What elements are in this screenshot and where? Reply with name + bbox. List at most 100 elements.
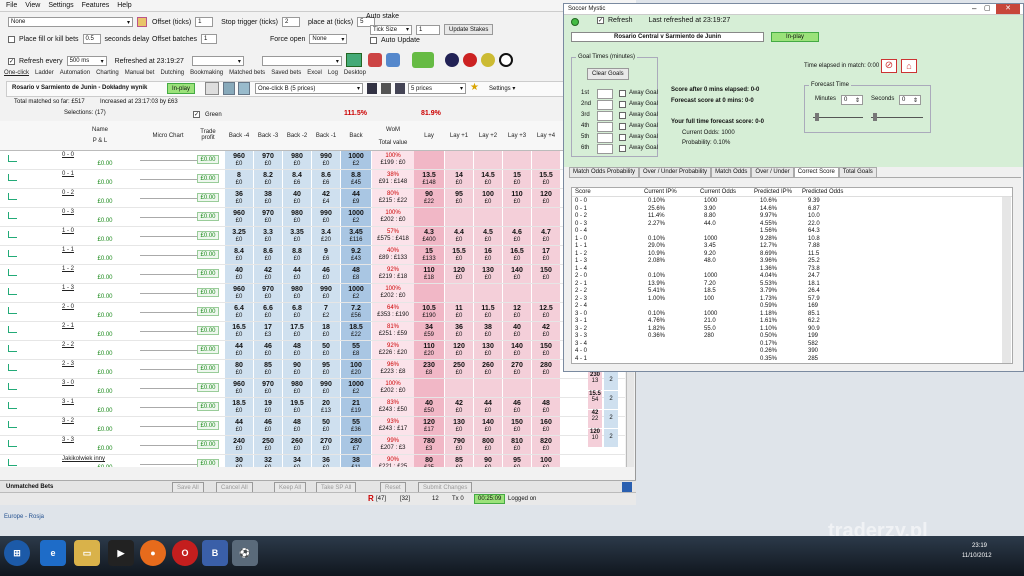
price-cell-b2[interactable]: 17.5 £0 [283,322,311,340]
price-cell-b[interactable]: 1000 £2 [341,208,371,226]
price-cell-b2[interactable]: 6.8 £0 [283,303,311,321]
mystic-tab-total-goals[interactable]: Total Goals [838,167,877,177]
price-cell-l4[interactable]: 120 £0 [532,189,560,207]
chart-icon[interactable] [8,345,17,352]
chart-icon[interactable] [8,459,17,466]
price-cell-b1[interactable]: 50 £0 [312,341,340,359]
close-icon[interactable]: ✕ [996,4,1020,14]
market-filter-dropdown[interactable]: ▾ [191,56,244,66]
price-cell-l3[interactable] [503,151,531,169]
price-cell-b3[interactable]: 970 £0 [254,151,282,169]
price-cell-l3[interactable]: 270 £0 [503,360,531,378]
price-cell-l1[interactable]: 15.5 £0 [445,246,473,264]
price-cell-b2[interactable]: 8.8 £0 [283,246,311,264]
record-icon[interactable] [463,53,477,67]
chart-icon[interactable] [8,364,17,371]
goal-minute-input[interactable] [597,133,613,143]
selection-name[interactable]: Jakikolwiek inny [62,456,122,463]
price-cell-l4[interactable]: 4.7 £0 [532,227,560,245]
tab-matched-bets[interactable]: Matched bets [229,70,265,76]
price-cell-b3[interactable]: 46 £0 [254,417,282,435]
chart-icon[interactable] [8,231,17,238]
menu-item-view[interactable]: View [25,2,40,9]
automation-icon[interactable] [412,52,434,68]
media-icon[interactable]: ▶ [108,540,134,566]
price-cell-l4[interactable] [532,151,560,169]
price-cell-b[interactable]: 18.5 £22 [341,322,371,340]
price-cell-l2[interactable]: 16 £0 [474,246,502,264]
star-icon[interactable] [137,17,147,27]
price-cell-b2[interactable]: 40 £0 [283,189,311,207]
price-cell-b3[interactable]: 42 £0 [254,265,282,283]
calculator-icon[interactable] [346,53,362,67]
selection-name[interactable]: 2 - 2 [62,342,122,349]
chart-icon[interactable] [8,155,17,162]
price-cell-b2[interactable]: 260 £0 [283,436,311,454]
price-cell-l[interactable]: 120 £17 [414,417,444,435]
price-cell-b3[interactable]: 17 £3 [254,322,282,340]
chart-icon[interactable] [8,250,17,257]
chart-icon[interactable] [8,402,17,409]
price-cell-b2[interactable]: 48 £0 [283,417,311,435]
refresh-icon[interactable] [238,82,250,95]
price-cell-l2[interactable]: 260 £0 [474,360,502,378]
seconds-slider-thumb[interactable] [873,113,877,121]
fill-kill-input[interactable]: 0.5 [82,34,101,44]
tab-log[interactable]: Log [328,70,338,76]
price-cell-l3[interactable]: 46 £0 [503,398,531,416]
price-cell-b2[interactable]: 8.4 £6 [283,170,311,188]
price-cell-l4[interactable]: 12.5 £0 [532,303,560,321]
price-cell-l3[interactable]: 4.6 £0 [503,227,531,245]
alert-icon[interactable] [368,53,382,67]
chart-icon[interactable] [8,212,17,219]
price-cell-b[interactable]: 1000 £2 [341,379,371,397]
force-open-dropdown[interactable]: None ▾ [309,34,348,44]
price-cell-l1[interactable]: 130 £0 [445,417,473,435]
price-cell-b3[interactable]: 6.6 £0 [254,303,282,321]
chart-icon[interactable] [8,174,17,181]
mystic-refresh-checkbox[interactable] [597,17,604,24]
table-scrollbar[interactable] [1002,197,1011,363]
price-cell-b2[interactable]: 980 £0 [283,151,311,169]
price-cell-l4[interactable]: 160 £0 [532,417,560,435]
selection-name[interactable]: 2 - 3 [62,361,122,368]
price-cell-b4[interactable]: 960 £0 [225,151,253,169]
seconds-spinner[interactable]: 0 ⇕ [899,95,921,105]
price-cell-b1[interactable]: 990 £0 [312,151,340,169]
tab-excel[interactable]: Excel [307,70,322,76]
price-cell-l3[interactable]: 16.5 £0 [503,246,531,264]
price-cell-l1[interactable] [445,208,473,226]
selection-name[interactable]: 1 - 3 [62,285,122,292]
price-cell-l2[interactable] [474,284,502,302]
price-cell-b2[interactable]: 980 £0 [283,379,311,397]
price-cell-b4[interactable]: 6.4 £0 [225,303,253,321]
price-cell-l[interactable]: 34 £59 [414,322,444,340]
price-cell-b1[interactable]: 3.4 £20 [312,227,340,245]
price-cell-l3[interactable]: 110 £0 [503,189,531,207]
price-cell-l3[interactable]: 15 £0 [503,170,531,188]
away-goal-checkbox[interactable] [619,123,626,130]
price-cell-l3[interactable] [503,208,531,226]
price-cell-b[interactable]: 44 £9 [341,189,371,207]
selection-name[interactable]: 1 - 0 [62,228,122,235]
price-cell-b2[interactable]: 980 £0 [283,284,311,302]
price-cell-l[interactable]: 90 £22 [414,189,444,207]
menu-item-file[interactable]: File [6,2,17,9]
price-cell-l1[interactable]: 42 £0 [445,398,473,416]
profile-dropdown[interactable]: ▾ [261,56,342,66]
price-cell-l1[interactable] [445,151,473,169]
price-cell-l4[interactable]: 42 £0 [532,322,560,340]
selection-name[interactable]: 0 - 2 [62,190,122,197]
price-cell-b1[interactable]: 50 £0 [312,417,340,435]
mystic-tab-over-under[interactable]: Over / Under [751,167,794,177]
chart-icon[interactable] [8,193,17,200]
maximize-icon[interactable]: ▢ [984,4,991,12]
europe-link[interactable]: Europe - Rosja [4,514,44,520]
auto-stake-input[interactable]: 1 [416,24,440,35]
price-cell-l3[interactable]: 810 £0 [503,436,531,454]
price-cell-l4[interactable]: 48 £0 [532,398,560,416]
goal-minute-input[interactable] [597,89,613,99]
price-cell-l4[interactable]: 150 £0 [532,265,560,283]
tab-bookmaking[interactable]: Bookmaking [190,70,223,76]
price-cell-b4[interactable]: 960 £0 [225,284,253,302]
